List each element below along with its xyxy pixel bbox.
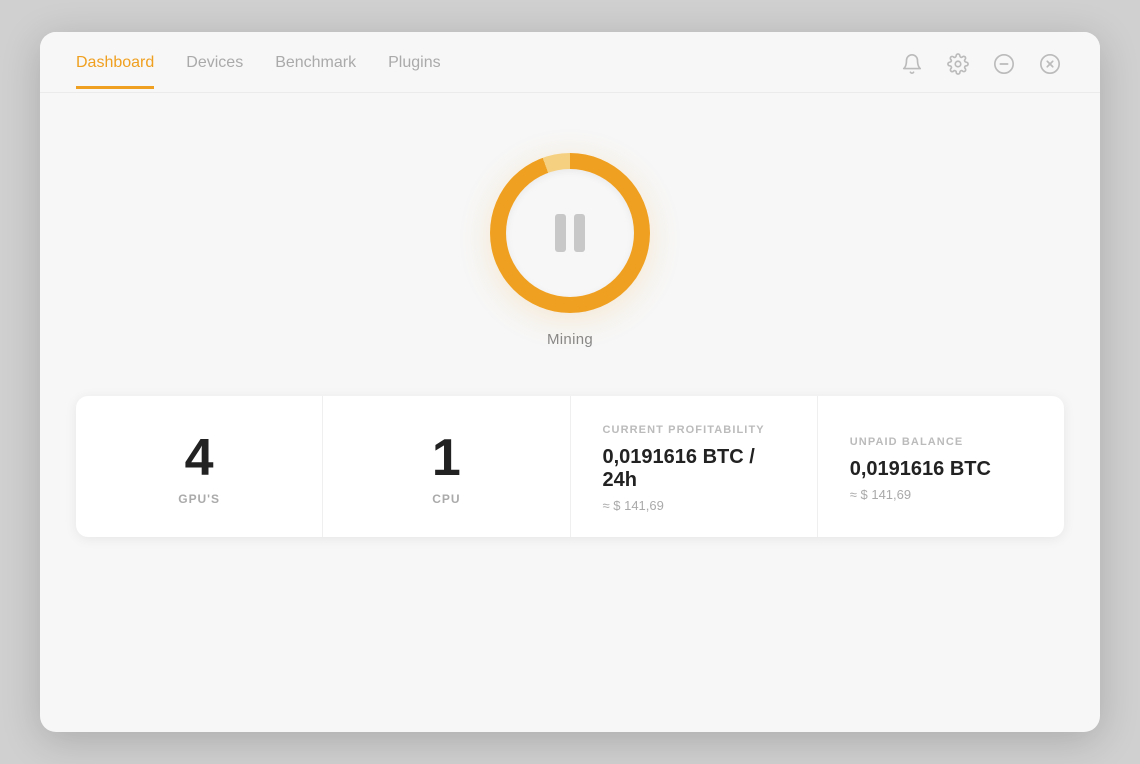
mining-label: Mining [547,331,593,348]
nav-dashboard[interactable]: Dashboard [76,54,154,89]
pause-bar-left [555,214,566,252]
balance-sub: ≈ $ 141,69 [850,487,911,502]
gpu-label: GPU'S [178,492,220,506]
nav-icon-group [898,50,1064,92]
cpu-stat-cell: 1 CPU [323,396,570,537]
minimize-icon[interactable] [990,50,1018,78]
mining-button-area: Mining [490,153,650,348]
balance-cell: UNPAID BALANCE 0,0191616 BTC ≈ $ 141,69 [818,396,1064,537]
profitability-sub: ≈ $ 141,69 [603,498,664,513]
cpu-label: CPU [432,492,460,506]
balance-section-label: UNPAID BALANCE [850,436,964,448]
nav-bar: Dashboard Devices Benchmark Plugins [40,32,1100,93]
stats-row: 4 GPU'S 1 CPU CURRENT PROFITABILITY 0,01… [76,396,1064,537]
cpu-count: 1 [432,432,461,484]
nav-devices[interactable]: Devices [186,54,243,89]
pause-icon [555,214,585,252]
mining-ring-inner [506,169,634,297]
close-icon[interactable] [1036,50,1064,78]
main-content: Mining 4 GPU'S 1 CPU CURRENT PROFITABILI… [40,93,1100,732]
gpu-count: 4 [185,432,214,484]
bell-icon[interactable] [898,50,926,78]
nav-links: Dashboard Devices Benchmark Plugins [76,54,441,89]
app-window: Dashboard Devices Benchmark Plugins [40,32,1100,732]
balance-value: 0,0191616 BTC [850,458,991,481]
profitability-cell: CURRENT PROFITABILITY 0,0191616 BTC / 24… [571,396,818,537]
gpu-stat-cell: 4 GPU'S [76,396,323,537]
pause-bar-right [574,214,585,252]
profitability-value: 0,0191616 BTC / 24h [603,446,785,492]
profitability-section-label: CURRENT PROFITABILITY [603,424,765,436]
mining-toggle-button[interactable] [490,153,650,313]
nav-plugins[interactable]: Plugins [388,54,440,89]
nav-benchmark[interactable]: Benchmark [275,54,356,89]
gear-icon[interactable] [944,50,972,78]
